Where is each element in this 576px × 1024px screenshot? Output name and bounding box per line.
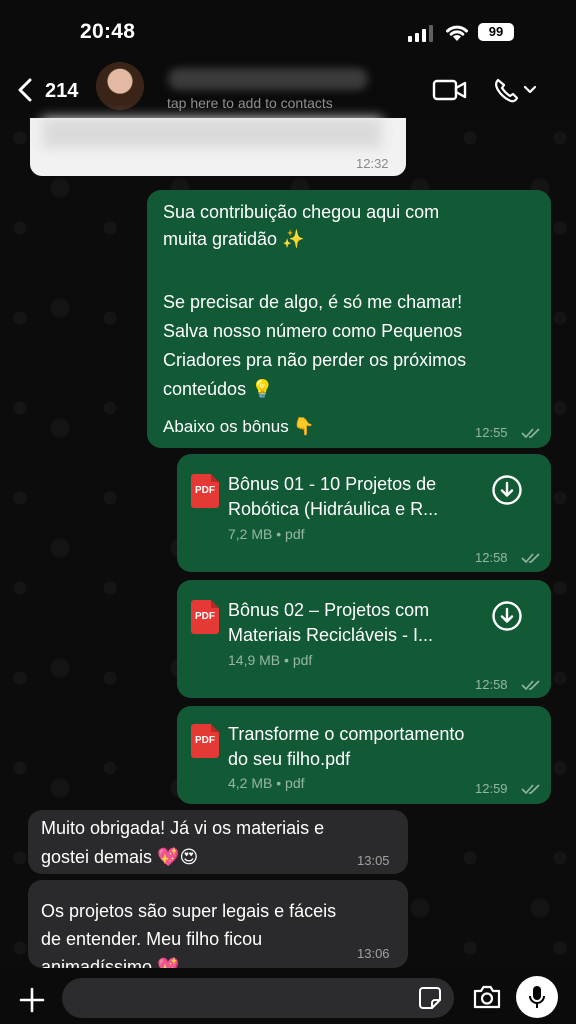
chat-header: 214 tap here to add to contacts bbox=[0, 60, 576, 120]
microphone-button[interactable] bbox=[516, 976, 558, 1018]
read-receipt-icon bbox=[521, 553, 540, 564]
message-line: Salva nosso número como Pequenos bbox=[163, 321, 463, 341]
document-title: Bônus 02 – Projetos com bbox=[228, 600, 430, 620]
message-time: 12:59 bbox=[475, 781, 508, 796]
document-title: Transforme o comportamento bbox=[228, 724, 465, 744]
sticker-icon[interactable] bbox=[418, 986, 442, 1010]
message-time: 12:55 bbox=[475, 425, 508, 440]
document-title: Materiais Recicláveis - I... bbox=[228, 625, 434, 645]
message-line: Se precisar de algo, é só me chamar! bbox=[163, 292, 463, 312]
phone-call-icon[interactable] bbox=[492, 76, 540, 104]
message-line: Abaixo os bônus 👇 bbox=[163, 417, 315, 436]
message-line: gostei demais 💖😍 bbox=[41, 847, 199, 867]
read-receipt-icon bbox=[521, 428, 540, 439]
back-unread-count[interactable]: 214 bbox=[45, 80, 78, 103]
plus-icon[interactable] bbox=[18, 986, 46, 1014]
message-time: 12:58 bbox=[475, 677, 508, 692]
outgoing-document-message[interactable]: PDF Bônus 02 – Projetos com Materiais Re… bbox=[177, 580, 551, 698]
wifi-icon bbox=[446, 25, 468, 41]
message-input[interactable] bbox=[62, 978, 454, 1018]
camera-icon[interactable] bbox=[472, 984, 502, 1010]
microphone-icon bbox=[529, 986, 545, 1008]
message-line: Muito obrigada! Já vi os materiais e bbox=[41, 818, 325, 838]
document-title: Bônus 01 - 10 Projetos de bbox=[228, 474, 437, 494]
document-meta: 14,9 MB • pdf bbox=[228, 652, 313, 668]
message-line: Sua contribuição chegou aqui com bbox=[163, 202, 440, 222]
incoming-message-redacted[interactable]: 12:32 bbox=[30, 118, 406, 176]
download-icon[interactable] bbox=[491, 600, 523, 632]
message-time: 13:05 bbox=[357, 853, 390, 868]
outgoing-document-message[interactable]: PDF Bônus 01 - 10 Projetos de Robótica (… bbox=[177, 454, 551, 572]
chevron-down-icon bbox=[523, 85, 537, 94]
document-title: do seu filho.pdf bbox=[228, 749, 351, 769]
pdf-file-icon: PDF bbox=[191, 724, 219, 758]
document-title: Robótica (Hidráulica e R... bbox=[228, 499, 439, 519]
message-time: 12:58 bbox=[475, 550, 508, 565]
input-bar bbox=[0, 968, 576, 1024]
battery-icon: 99 bbox=[478, 23, 514, 41]
back-icon[interactable] bbox=[16, 78, 36, 102]
outgoing-document-message[interactable]: PDF Transforme o comportamento do seu fi… bbox=[177, 706, 551, 804]
message-line: Os projetos são super legais e fáceis bbox=[41, 901, 337, 921]
message-time: 13:06 bbox=[357, 946, 390, 961]
message-time: 12:32 bbox=[356, 156, 389, 171]
contact-name-redacted[interactable] bbox=[168, 68, 368, 90]
document-meta: 4,2 MB • pdf bbox=[228, 775, 305, 791]
message-line: muita gratidão ✨ bbox=[163, 229, 305, 249]
download-icon[interactable] bbox=[491, 474, 523, 506]
redacted-content bbox=[42, 118, 382, 148]
status-bar: 20:48 99 bbox=[0, 0, 576, 60]
incoming-message[interactable]: Muito obrigada! Já vi os materiais e gos… bbox=[28, 810, 408, 874]
pdf-file-icon: PDF bbox=[191, 600, 219, 634]
pdf-file-icon: PDF bbox=[191, 474, 219, 508]
contact-hint[interactable]: tap here to add to contacts bbox=[167, 95, 333, 111]
incoming-message[interactable]: Os projetos são super legais e fáceis de… bbox=[28, 880, 408, 977]
outgoing-message[interactable]: Sua contribuição chegou aqui com muita g… bbox=[147, 190, 551, 448]
read-receipt-icon bbox=[521, 784, 540, 795]
status-time: 20:48 bbox=[80, 20, 136, 43]
video-call-icon[interactable] bbox=[432, 78, 468, 102]
contact-avatar[interactable] bbox=[96, 62, 144, 110]
read-receipt-icon bbox=[521, 680, 540, 691]
message-line: de entender. Meu filho ficou bbox=[41, 929, 263, 949]
cellular-signal-icon bbox=[408, 25, 433, 42]
message-line: Criadores pra não perder os próximos bbox=[163, 350, 467, 370]
message-line: conteúdos 💡 bbox=[163, 379, 274, 399]
document-meta: 7,2 MB • pdf bbox=[228, 526, 305, 542]
